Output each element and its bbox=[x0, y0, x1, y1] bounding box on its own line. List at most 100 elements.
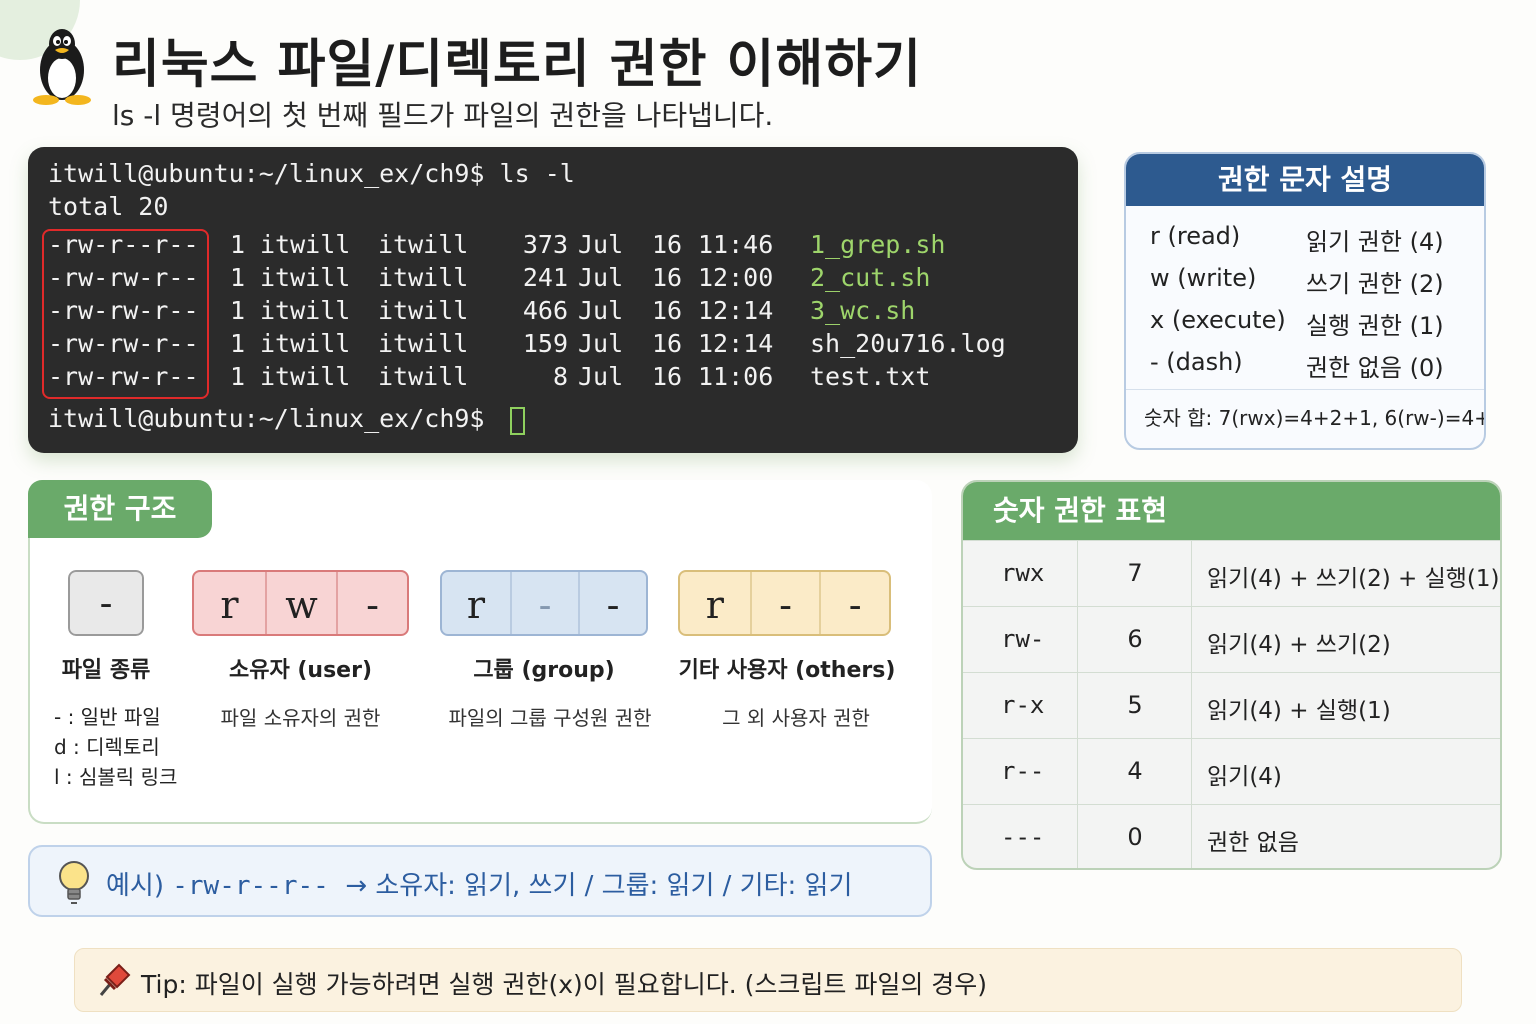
permission-description: 읽기(4) + 쓰기(2) bbox=[1207, 632, 1391, 658]
example-text: 예시) -rw-r--r-- → 소유자: 읽기, 쓰기 / 그룹: 읽기 / … bbox=[106, 865, 852, 902]
tip-bar: Tip: 파일이 실행 가능하려면 실행 권한(x)이 필요합니다. (스크립트… bbox=[74, 948, 1462, 1012]
file-links: 1 bbox=[230, 362, 246, 391]
user-desc: 파일 소유자의 권한 bbox=[220, 706, 381, 730]
lightbulb-icon bbox=[59, 861, 89, 904]
group-char: r bbox=[466, 583, 486, 627]
permission-symbol: r-x bbox=[1001, 691, 1045, 719]
terminal-command-line: itwill@ubuntu:~/linux_ex/ch9$ ls -l bbox=[48, 159, 575, 188]
permission-symbol: rwx bbox=[1001, 559, 1045, 587]
terminal-total-line: total 20 bbox=[48, 192, 169, 221]
char-meaning: 쓰기 권한 (2) bbox=[1306, 270, 1444, 298]
file-time: 11:06 bbox=[698, 362, 774, 391]
table-divider bbox=[1191, 540, 1192, 868]
example-bar: 예시) -rw-r--r-- → 소유자: 읽기, 쓰기 / 그룹: 읽기 / … bbox=[28, 845, 932, 917]
type-label: 파일 종류 bbox=[61, 658, 151, 683]
file-month: Jul bbox=[578, 263, 624, 292]
file-user: itwill bbox=[260, 362, 351, 391]
group-label: 그룹 (group) bbox=[473, 658, 615, 683]
tux-penguin-icon bbox=[33, 29, 91, 105]
others-char: - bbox=[749, 572, 820, 634]
table-row: --- 0 권한 없음 bbox=[963, 804, 1500, 868]
file-group: itwill bbox=[378, 296, 469, 325]
user-label: 소유자 (user) bbox=[228, 658, 373, 683]
char-symbol: w (write) bbox=[1150, 264, 1257, 292]
file-links: 1 bbox=[230, 230, 246, 259]
file-time: 12:14 bbox=[698, 296, 774, 325]
permission-symbol: r-- bbox=[1001, 757, 1045, 785]
file-name: 1_grep.sh bbox=[810, 230, 946, 259]
char-panel-title: 권한 문자 설명 bbox=[1126, 154, 1484, 206]
char-meaning: 권한 없음 (0) bbox=[1306, 354, 1444, 382]
numeric-title: 숫자 권한 표현 bbox=[963, 482, 1500, 540]
char-panel-divider bbox=[1126, 389, 1484, 390]
user-char: - bbox=[336, 572, 407, 634]
file-name: 3_wc.sh bbox=[810, 296, 916, 325]
permission-symbol: --- bbox=[1001, 823, 1045, 851]
permission-number: 5 bbox=[1127, 691, 1143, 719]
file-month: Jul bbox=[578, 362, 624, 391]
file-time: 12:14 bbox=[698, 329, 774, 358]
char-symbol: r (read) bbox=[1150, 222, 1241, 250]
char-panel-sum: 숫자 합: 7(rwx)=4+2+1, 6(rw-)=4+2 bbox=[1144, 406, 1486, 430]
permission-number: 0 bbox=[1127, 823, 1143, 851]
others-char: r bbox=[705, 583, 724, 627]
permission-number: 7 bbox=[1127, 559, 1143, 587]
type-list: - : 일반 파일 d : 디렉토리 l : 심볼릭 링크 bbox=[54, 702, 177, 792]
group-desc: 파일의 그룹 구성원 권한 bbox=[448, 706, 652, 730]
file-user: itwill bbox=[260, 263, 351, 292]
char-meaning: 실행 권한 (1) bbox=[1306, 312, 1444, 340]
page-title: 리눅스 파일/디렉토리 권한 이해하기 bbox=[112, 35, 922, 95]
file-user: itwill bbox=[260, 230, 351, 259]
file-day: 16 bbox=[652, 362, 683, 391]
permission-description: 읽기(4) bbox=[1207, 764, 1282, 790]
terminal-cursor[interactable] bbox=[510, 407, 525, 435]
tip-text: Tip: 파일이 실행 가능하려면 실행 권한(x)이 필요합니다. (스크립트… bbox=[141, 965, 987, 1001]
terminal-window: itwill@ubuntu:~/linux_ex/ch9$ ls -l tota… bbox=[28, 147, 1078, 453]
type-list-item: l : 심볼릭 링크 bbox=[54, 765, 178, 789]
char-meaning: 읽기 권한 (4) bbox=[1306, 228, 1444, 256]
type-char: - bbox=[68, 570, 144, 636]
type-box: - bbox=[68, 570, 144, 636]
char-symbol: - (dash) bbox=[1150, 348, 1243, 376]
file-time: 12:00 bbox=[698, 263, 774, 292]
group-char: - bbox=[578, 572, 646, 634]
group-char: - bbox=[510, 572, 578, 634]
page-subtitle: ls -l 명령어의 첫 번째 필드가 파일의 권한을 나타냅니다. bbox=[112, 99, 774, 132]
example-explanation: 소유자: 읽기, 쓰기 / 그룹: 읽기 / 기타: 읽기 bbox=[375, 871, 853, 901]
file-name: 2_cut.sh bbox=[810, 263, 931, 292]
example-perm: -rw-r--r-- bbox=[172, 871, 329, 901]
others-desc: 그 외 사용자 권한 bbox=[722, 706, 870, 730]
file-links: 1 bbox=[230, 329, 246, 358]
terminal-prompt-line: itwill@ubuntu:~/linux_ex/ch9$ bbox=[48, 404, 485, 433]
user-char: r bbox=[220, 583, 239, 627]
file-user: itwill bbox=[260, 329, 351, 358]
table-row: r-- 4 읽기(4) bbox=[963, 738, 1500, 804]
permission-highlight-box bbox=[42, 229, 209, 399]
permission-description: 읽기(4) + 실행(1) bbox=[1207, 698, 1391, 724]
char-symbol: x (execute) bbox=[1150, 306, 1286, 334]
example-prefix: 예시) bbox=[106, 871, 164, 901]
group-box: r - - bbox=[440, 570, 648, 636]
table-row: r-x 5 읽기(4) + 실행(1) bbox=[963, 672, 1500, 738]
file-group: itwill bbox=[378, 329, 469, 358]
char-description-panel: 권한 문자 설명 r (read) 읽기 권한 (4) w (write) 쓰기 권한… bbox=[1124, 152, 1486, 450]
file-size: 8 bbox=[552, 362, 568, 391]
table-row: rwx 7 읽기(4) + 쓰기(2) + 실행(1) bbox=[963, 540, 1500, 606]
tip-label: Tip: bbox=[141, 970, 187, 999]
file-group: itwill bbox=[378, 362, 469, 391]
file-links: 1 bbox=[230, 296, 246, 325]
file-month: Jul bbox=[578, 230, 624, 259]
table-row: rw- 6 읽기(4) + 쓰기(2) bbox=[963, 606, 1500, 672]
file-user: itwill bbox=[260, 296, 351, 325]
file-name: sh_20u716.log bbox=[810, 329, 1006, 358]
file-month: Jul bbox=[578, 329, 624, 358]
file-links: 1 bbox=[230, 263, 246, 292]
file-size: 159 bbox=[522, 329, 568, 358]
file-group: itwill bbox=[378, 230, 469, 259]
type-list-item: d : 디렉토리 bbox=[54, 735, 160, 759]
permission-number: 6 bbox=[1127, 625, 1143, 653]
file-size: 466 bbox=[522, 296, 568, 325]
permission-description: 권한 없음 bbox=[1207, 830, 1299, 856]
pushpin-icon bbox=[99, 963, 131, 996]
permission-symbol: rw- bbox=[1001, 625, 1045, 653]
